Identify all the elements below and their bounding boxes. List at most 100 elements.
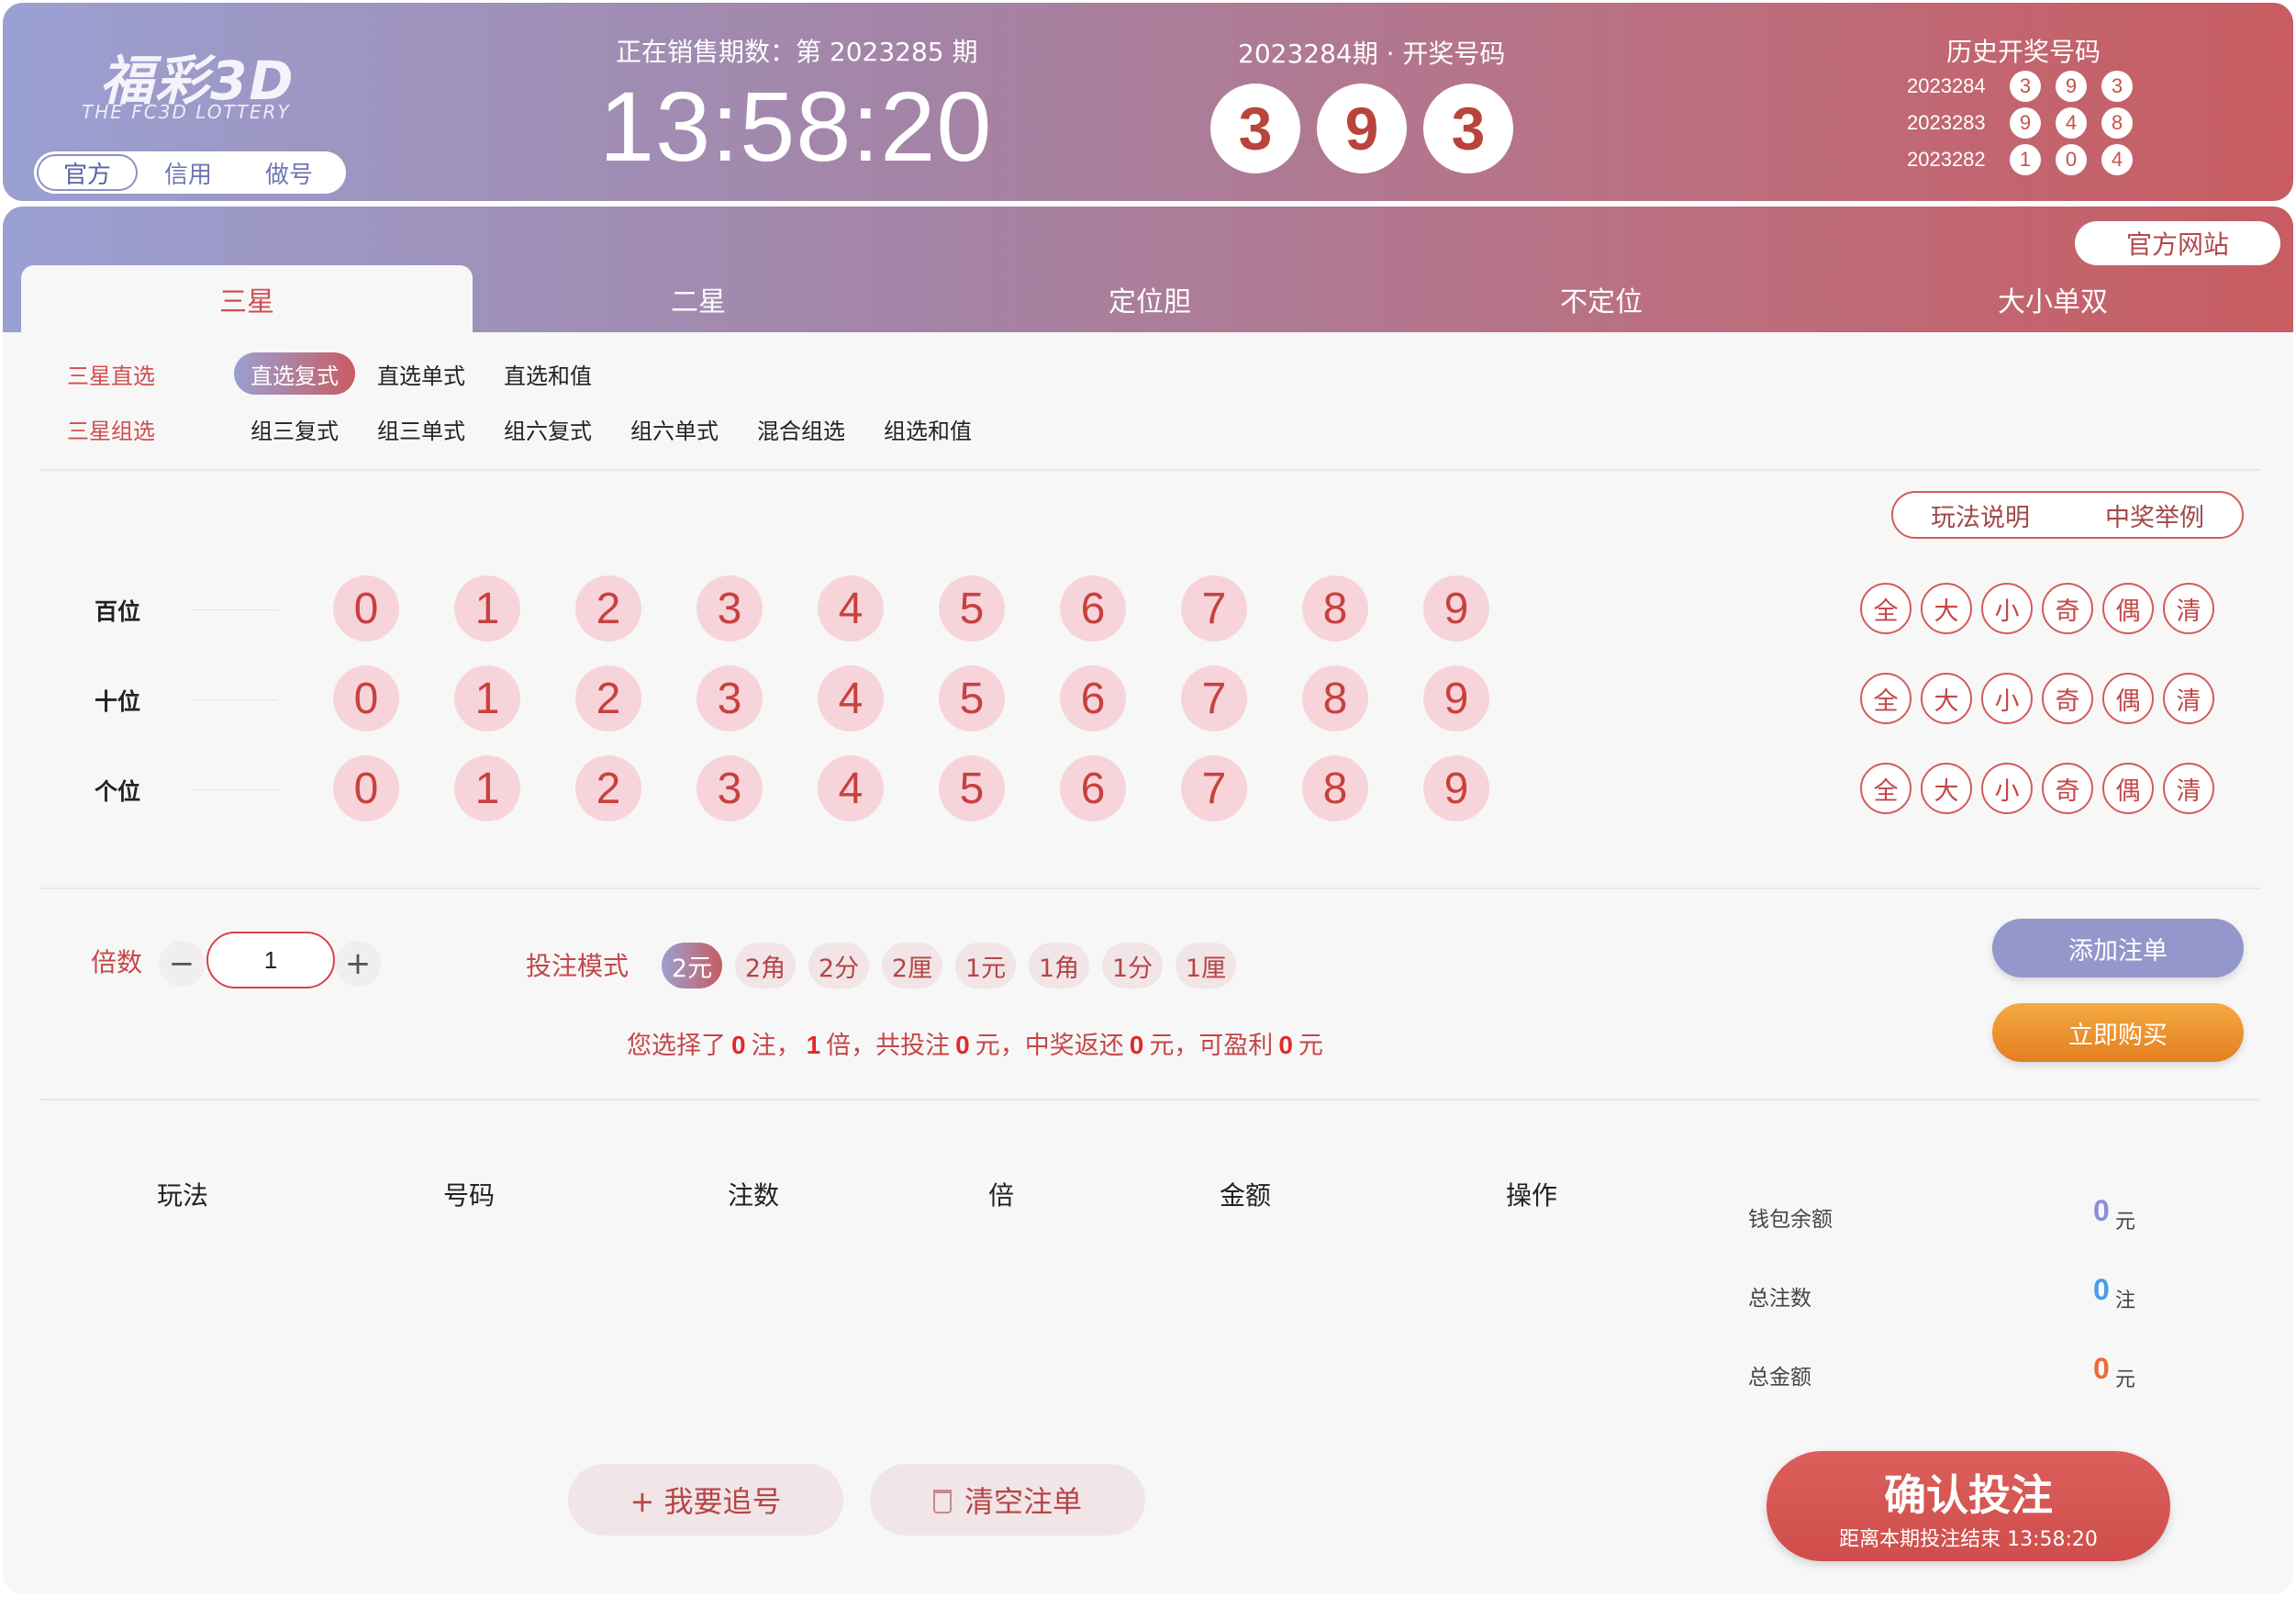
bet-unit-option[interactable]: 2分 bbox=[808, 943, 869, 988]
minus-button[interactable]: − bbox=[159, 941, 205, 987]
subtype-option[interactable]: 组六复式 bbox=[487, 408, 608, 450]
draw-result-label: 2023284期 · 开奖号码 bbox=[1238, 39, 1506, 69]
digit-ball[interactable]: 4 bbox=[818, 575, 884, 642]
digit-ball[interactable]: 0 bbox=[333, 665, 399, 731]
multiplier-input[interactable] bbox=[206, 932, 335, 988]
bet-unit-option[interactable]: 2厘 bbox=[882, 943, 942, 988]
rules-link[interactable]: 玩法说明 bbox=[1931, 497, 2030, 533]
subtype-option[interactable]: 直选复式 bbox=[234, 352, 355, 395]
position-label: 个位 bbox=[95, 778, 141, 805]
digit-ball[interactable]: 9 bbox=[1423, 575, 1489, 642]
digit-ball[interactable]: 6 bbox=[1060, 575, 1126, 642]
bet-unit-option[interactable]: 2角 bbox=[735, 943, 796, 988]
quick-select-clear[interactable]: 清 bbox=[2163, 583, 2214, 634]
digit-ball[interactable]: 8 bbox=[1302, 575, 1368, 642]
digit-ball[interactable]: 5 bbox=[939, 665, 1005, 731]
quick-select-big[interactable]: 大 bbox=[1921, 583, 1972, 634]
digit-ball[interactable]: 0 bbox=[333, 755, 399, 821]
digit-ball[interactable]: 1 bbox=[454, 755, 520, 821]
confirm-bet-button[interactable]: 确认投注 距离本期投注结束 13:58:20 bbox=[1767, 1451, 2170, 1561]
quick-select-all[interactable]: 全 bbox=[1860, 673, 1911, 724]
digit-ball[interactable]: 3 bbox=[697, 755, 763, 821]
digit-ball[interactable]: 5 bbox=[939, 755, 1005, 821]
digit-ball[interactable]: 4 bbox=[818, 755, 884, 821]
quick-select-clear[interactable]: 清 bbox=[2163, 763, 2214, 814]
digit-ball[interactable]: 5 bbox=[939, 575, 1005, 642]
subtype-option[interactable]: 组三复式 bbox=[234, 408, 355, 450]
quick-select-all[interactable]: 全 bbox=[1860, 763, 1911, 814]
digit-ball[interactable]: 2 bbox=[575, 755, 641, 821]
history-ball: 4 bbox=[2101, 144, 2133, 175]
quick-select-small[interactable]: 小 bbox=[1981, 763, 2033, 814]
wallet-balance-label: 钱包余额 bbox=[1748, 1208, 1833, 1232]
quick-select-odd[interactable]: 奇 bbox=[2042, 673, 2093, 724]
quick-select-big[interactable]: 大 bbox=[1921, 763, 1972, 814]
history-title: 历史开奖号码 bbox=[1946, 37, 2101, 67]
clear-slip-button[interactable]: 清空注单 bbox=[870, 1464, 1145, 1536]
help-pill: 玩法说明 中奖举例 bbox=[1891, 491, 2244, 539]
table-header: 号码 bbox=[443, 1180, 496, 1211]
bet-unit-option[interactable]: 1分 bbox=[1102, 943, 1163, 988]
history-ball: 9 bbox=[2010, 107, 2041, 139]
digit-ball[interactable]: 1 bbox=[454, 575, 520, 642]
digit-ball[interactable]: 8 bbox=[1302, 755, 1368, 821]
quick-select-all[interactable]: 全 bbox=[1860, 583, 1911, 634]
quick-select-even[interactable]: 偶 bbox=[2102, 583, 2154, 634]
quick-select-small[interactable]: 小 bbox=[1981, 673, 2033, 724]
digit-ball[interactable]: 8 bbox=[1302, 665, 1368, 731]
bet-unit-option[interactable]: 1角 bbox=[1029, 943, 1089, 988]
digit-ball[interactable]: 7 bbox=[1181, 575, 1247, 642]
position-row-units: 个位 0 1 2 3 4 5 6 7 8 9 全 大 小 奇 偶 清 bbox=[3, 755, 2293, 823]
quick-select-even[interactable]: 偶 bbox=[2102, 763, 2154, 814]
digit-ball[interactable]: 2 bbox=[575, 665, 641, 731]
subtype-option[interactable]: 组三单式 bbox=[361, 408, 482, 450]
chase-number-button[interactable]: + 我要追号 bbox=[568, 1464, 843, 1536]
tab-position[interactable]: 定位胆 bbox=[924, 265, 1376, 332]
digit-ball[interactable]: 3 bbox=[697, 665, 763, 731]
subtype-option[interactable]: 组选和值 bbox=[867, 408, 988, 450]
subtype-option[interactable]: 直选和值 bbox=[487, 352, 608, 395]
digit-ball[interactable]: 1 bbox=[454, 665, 520, 731]
tab-big-small-odd-even[interactable]: 大小单双 bbox=[1827, 265, 2279, 332]
mode-credit[interactable]: 信用 bbox=[138, 154, 239, 191]
bet-unit-option[interactable]: 2元 bbox=[662, 943, 722, 988]
top-header: 福彩3D THE FC3D LOTTERY 官方 信用 做号 正在销售期数：第 … bbox=[3, 3, 2293, 201]
quick-select-odd[interactable]: 奇 bbox=[2042, 763, 2093, 814]
total-bets-value: 0 bbox=[2093, 1273, 2110, 1306]
quick-select-odd[interactable]: 奇 bbox=[2042, 583, 2093, 634]
digit-ball[interactable]: 0 bbox=[333, 575, 399, 642]
summary-payout: 0 bbox=[1129, 1031, 1144, 1059]
subtype-option[interactable]: 混合组选 bbox=[741, 408, 862, 450]
official-site-button[interactable]: 官方网站 bbox=[2075, 221, 2280, 265]
add-to-slip-button[interactable]: 添加注单 bbox=[1992, 919, 2244, 977]
digit-ball[interactable]: 4 bbox=[818, 665, 884, 731]
summary-bets: 0 bbox=[731, 1031, 746, 1059]
mode-official[interactable]: 官方 bbox=[37, 154, 138, 191]
quick-select-clear[interactable]: 清 bbox=[2163, 673, 2214, 724]
plus-button[interactable]: + bbox=[335, 941, 381, 987]
history-ball: 0 bbox=[2056, 144, 2087, 175]
tab-two-star[interactable]: 二星 bbox=[473, 265, 924, 332]
mode-make-number[interactable]: 做号 bbox=[239, 154, 340, 191]
digit-ball[interactable]: 7 bbox=[1181, 665, 1247, 731]
quick-select-big[interactable]: 大 bbox=[1921, 673, 1972, 724]
buy-now-button[interactable]: 立即购买 bbox=[1992, 1003, 2244, 1062]
wallet-balance-value: 0 bbox=[2093, 1194, 2110, 1227]
subtype-option[interactable]: 直选单式 bbox=[361, 352, 482, 395]
digit-ball[interactable]: 6 bbox=[1060, 755, 1126, 821]
bet-unit-option[interactable]: 1元 bbox=[955, 943, 1016, 988]
digit-ball[interactable]: 3 bbox=[697, 575, 763, 642]
tab-three-star[interactable]: 三星 bbox=[21, 265, 473, 332]
example-link[interactable]: 中奖举例 bbox=[2105, 497, 2204, 533]
quick-select-even[interactable]: 偶 bbox=[2102, 673, 2154, 724]
quick-select-small[interactable]: 小 bbox=[1981, 583, 2033, 634]
tab-no-position[interactable]: 不定位 bbox=[1376, 265, 1827, 332]
digit-ball[interactable]: 6 bbox=[1060, 665, 1126, 731]
digit-ball[interactable]: 7 bbox=[1181, 755, 1247, 821]
digit-ball[interactable]: 9 bbox=[1423, 755, 1489, 821]
digit-ball[interactable]: 2 bbox=[575, 575, 641, 642]
draw-ball: 9 bbox=[1317, 84, 1407, 173]
digit-ball[interactable]: 9 bbox=[1423, 665, 1489, 731]
bet-unit-option[interactable]: 1厘 bbox=[1176, 943, 1236, 988]
subtype-option[interactable]: 组六单式 bbox=[614, 408, 735, 450]
